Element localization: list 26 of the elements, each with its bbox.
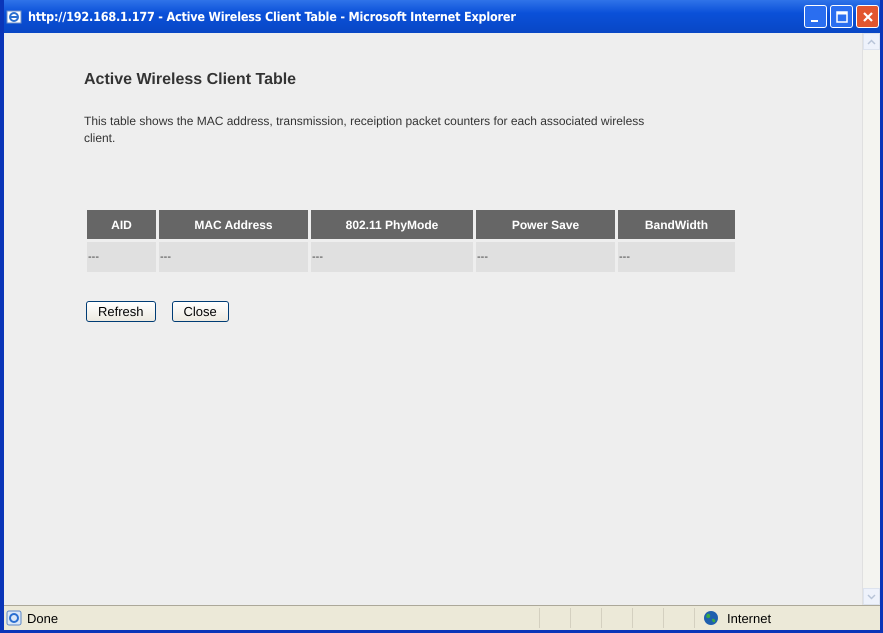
table-cell: --- [476, 242, 615, 272]
browser-icon [6, 8, 22, 24]
column-header: MAC Address [159, 210, 308, 239]
refresh-button[interactable]: Refresh [86, 301, 156, 322]
window-title: http://192.168.1.177 - Active Wireless Client Table - Microsoft Internet Explorer [28, 9, 517, 24]
column-header: Power Save [476, 210, 615, 239]
table-cell: --- [87, 242, 156, 272]
table-cell: --- [159, 242, 308, 272]
minimize-button[interactable] [804, 5, 827, 28]
maximize-icon [836, 10, 848, 22]
status-text: Done [27, 610, 60, 626]
column-header: BandWidth [618, 210, 735, 239]
page-icon [6, 610, 22, 626]
page-heading: Active Wireless Client Table [84, 71, 298, 89]
table-cell: --- [618, 242, 735, 272]
close-button[interactable] [856, 5, 879, 28]
column-header: 802.11 PhyMode [311, 210, 473, 239]
close-icon [862, 10, 874, 22]
description-text: This table shows the MAC address, transmission, receiption packet counters for each associated wireless client. [84, 113, 646, 147]
column-header: AID [87, 210, 156, 239]
close-page-button[interactable]: Close [172, 301, 229, 322]
globe-icon [703, 610, 719, 626]
minimize-icon [810, 20, 818, 22]
table-cell: --- [311, 242, 473, 272]
maximize-button[interactable] [830, 5, 853, 28]
zone-text: Internet [727, 610, 772, 626]
